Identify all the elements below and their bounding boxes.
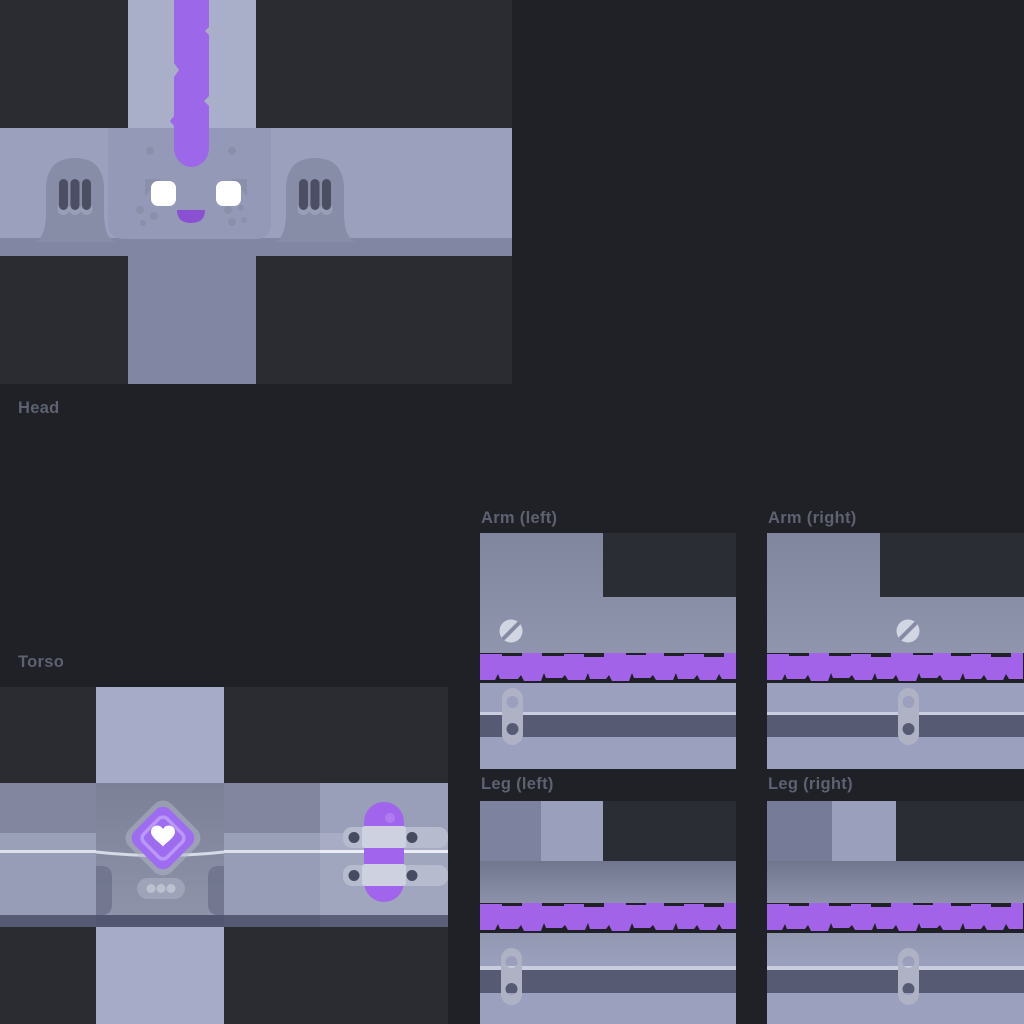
screw-icon	[897, 620, 920, 643]
bolt-icon	[349, 870, 360, 881]
torso-texture	[0, 687, 448, 1024]
leg-left-texture-panel[interactable]	[480, 801, 736, 1024]
arm-right-label: Arm (right)	[768, 509, 857, 528]
torso-side-left	[0, 783, 96, 927]
head-stripe	[170, 0, 209, 167]
torso-chest	[96, 783, 224, 927]
fringe-stripe	[480, 903, 736, 931]
torso-texture-panel[interactable]	[0, 687, 448, 1024]
fringe-stripe	[767, 653, 1023, 681]
arm-right-texture	[767, 533, 1024, 769]
head-texture-panel[interactable]	[0, 0, 512, 384]
arm-left-cell	[603, 533, 736, 597]
bolt-icon	[407, 870, 418, 881]
leg-right-label: Leg (right)	[768, 775, 853, 794]
left-eye	[151, 181, 176, 206]
leg-right-texture-panel[interactable]	[767, 801, 1024, 1024]
arm-right-cell	[880, 533, 1024, 597]
right-eye	[216, 181, 241, 206]
fringe-stripe	[480, 653, 736, 681]
torso-back	[320, 783, 448, 927]
capsule	[364, 802, 404, 902]
capsule-highlight	[385, 813, 395, 823]
bolt-icon	[349, 832, 360, 843]
arm-left-label: Arm (left)	[481, 509, 557, 528]
head-bottom-arm	[128, 256, 256, 384]
leg-left-label: Leg (left)	[481, 775, 554, 794]
screw-icon	[500, 620, 523, 643]
torso-bottom-arm	[96, 927, 224, 1024]
torso-label: Torso	[18, 653, 64, 672]
leg-left-texture	[480, 801, 736, 1024]
head-label: Head	[18, 399, 60, 418]
head-texture	[0, 0, 512, 384]
leg-left-cell	[603, 801, 736, 861]
fringe-stripe	[767, 903, 1023, 931]
arm-left-texture-panel[interactable]	[480, 533, 736, 769]
leg-right-cell	[896, 801, 1024, 861]
bolt-icon	[407, 832, 418, 843]
leg-right-texture	[767, 801, 1024, 1024]
torso-side-right	[224, 783, 320, 927]
arm-right-texture-panel[interactable]	[767, 533, 1024, 769]
arm-left-texture	[480, 533, 736, 769]
torso-top-arm	[96, 687, 224, 783]
